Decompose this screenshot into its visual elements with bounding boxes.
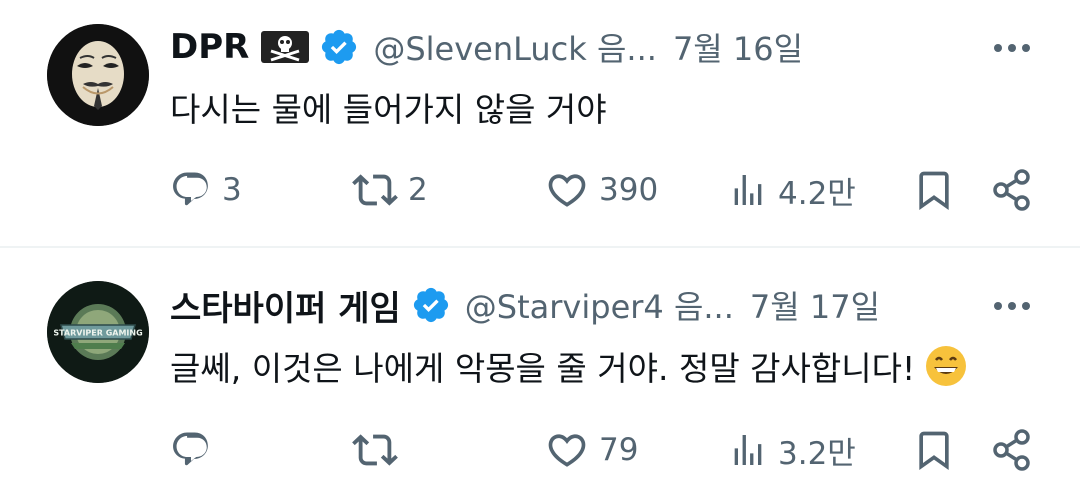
views-count: 4.2만 (778, 175, 856, 212)
views-chart-icon (734, 435, 762, 465)
retweet-button[interactable] (352, 425, 408, 475)
retweet-button[interactable]: 2 (352, 165, 428, 215)
tweet-text: 다시는 물에 들어가지 않을 거야 (170, 82, 607, 132)
grinning-face-emoji-icon (925, 345, 967, 387)
like-button[interactable]: 79 (545, 425, 638, 475)
bookmark-button[interactable] (912, 165, 956, 215)
tweet-text: 글쎄, 이것은 나에게 악몽을 줄 거야. 정말 감사합니다! (170, 341, 967, 391)
pirate-flag-icon (261, 31, 310, 63)
author-name[interactable]: DPR (170, 27, 249, 67)
reply-button[interactable]: 3 (170, 165, 242, 215)
tweet[interactable]: DPR @SlevenLuck 음... 7월 16일 다시는 물에 들어가지 … (0, 0, 1080, 247)
reply-icon (173, 432, 208, 466)
author-handle[interactable]: @SlevenLuck 음... (373, 24, 657, 70)
share-button[interactable] (990, 165, 1034, 215)
avatar[interactable] (47, 24, 149, 126)
heart-icon (548, 434, 586, 467)
retweet-icon (352, 174, 398, 206)
tweet-feed: DPR @SlevenLuck 음... 7월 16일 다시는 물에 들어가지 … (0, 0, 1080, 494)
views-button[interactable]: 3.2만 (728, 425, 856, 475)
views-button[interactable]: 4.2만 (728, 165, 856, 215)
tweet-text-body: 다시는 물에 들어가지 않을 거야 (170, 90, 607, 129)
avatar-logo-text: STARVIPER GAMING (53, 329, 142, 338)
tweet-text-body: 글쎄, 이것은 나에게 악몽을 줄 거야. 정말 감사합니다! (170, 349, 916, 388)
like-count: 79 (599, 432, 639, 468)
tweet-header: 스타바이퍼 게임 @Starviper4 음... 7월 17일 (170, 280, 880, 330)
verified-badge-icon (411, 285, 451, 325)
share-button[interactable] (990, 425, 1034, 475)
reply-icon (173, 172, 208, 206)
tweet-timestamp[interactable]: 7월 17일 (750, 282, 880, 328)
views-chart-icon (734, 175, 762, 205)
reply-button[interactable] (170, 425, 222, 475)
tweet-timestamp[interactable]: 7월 16일 (673, 24, 803, 70)
verified-badge-icon (319, 27, 359, 67)
heart-icon (548, 174, 586, 207)
retweet-count: 2 (408, 172, 428, 208)
share-icon (993, 429, 1030, 471)
avatar[interactable]: STARVIPER GAMING (47, 281, 149, 383)
share-icon (993, 169, 1030, 211)
bookmark-icon (919, 171, 949, 211)
tweet-header: DPR @SlevenLuck 음... 7월 16일 (170, 22, 803, 72)
retweet-icon (352, 434, 398, 466)
reply-count: 3 (222, 172, 242, 208)
more-options-icon[interactable] (990, 33, 1034, 63)
bookmark-button[interactable] (912, 425, 956, 475)
like-button[interactable]: 390 (545, 165, 658, 215)
views-count: 3.2만 (778, 435, 856, 472)
more-options-icon[interactable] (990, 291, 1034, 321)
tweet[interactable]: STARVIPER GAMING 스타바이퍼 게임 @Starviper4 음.… (0, 247, 1080, 494)
author-name[interactable]: 스타바이퍼 게임 (170, 281, 401, 330)
author-handle[interactable]: @Starviper4 음... (465, 282, 734, 328)
like-count: 390 (599, 172, 659, 208)
bookmark-icon (919, 431, 949, 471)
